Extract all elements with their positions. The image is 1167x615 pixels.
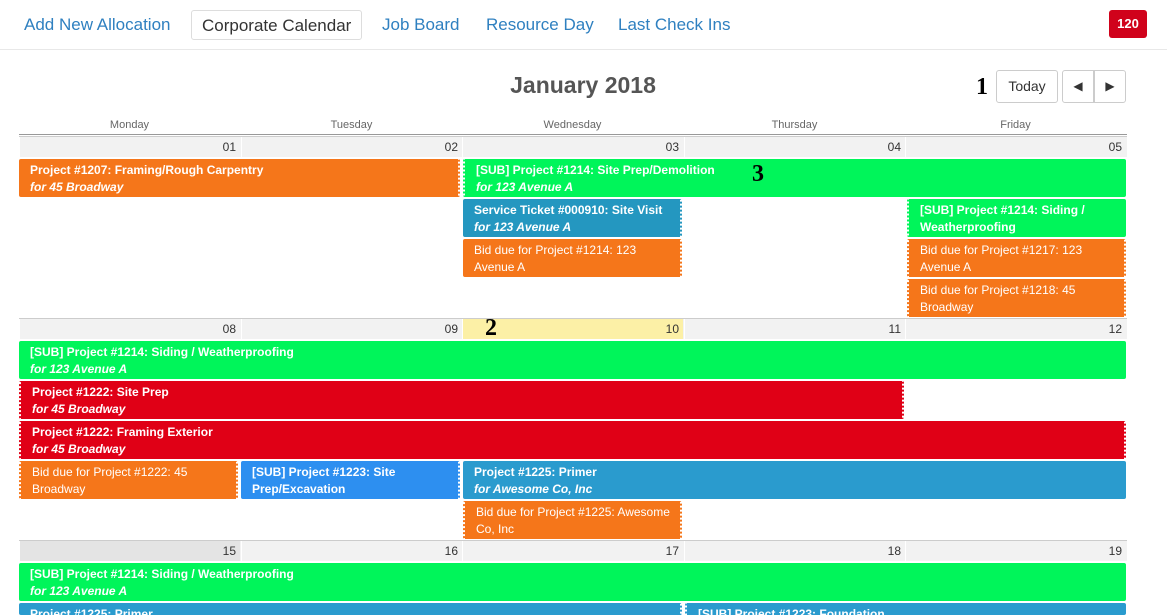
calendar-event[interactable]: Service Ticket #000910: Site Visit for 1… (463, 199, 682, 237)
calendar-event[interactable]: Project #1222: Framing Exterior for 45 B… (19, 421, 1126, 459)
date-cell[interactable]: 09 (241, 319, 462, 339)
chevron-left-icon: ◀ (1073, 79, 1083, 93)
nav-last-check-ins[interactable]: Last Check Ins (608, 10, 740, 40)
calendar-event[interactable]: [SUB] Project #1223: Foundation (685, 603, 1126, 615)
date-cell[interactable]: 19 (905, 541, 1126, 561)
event-title: Project #1222: Framing Exterior (32, 425, 213, 439)
event-subtitle: for 45 Broadway (32, 402, 126, 416)
calendar-event[interactable]: [SUB] Project #1214: Siding / Weatherpro… (19, 341, 1126, 379)
month-title: January 2018 (510, 72, 656, 98)
event-subtitle: for 45 Broadway (30, 180, 124, 194)
next-button[interactable]: ▶ (1094, 70, 1126, 103)
event-title: Service Ticket #000910: Site Visit (474, 203, 663, 217)
event-title: Project #1222: Site Prep (32, 385, 169, 399)
nav-resource-day[interactable]: Resource Day (476, 10, 604, 40)
event-subtitle: for 123 Avenue A (474, 220, 572, 234)
date-cell[interactable]: 04 (684, 137, 905, 157)
event-title: Bid due for Project #1222: 45 Broadway (32, 465, 188, 496)
event-title: [SUB] Project #1214: Siding / Weatherpro… (30, 567, 294, 581)
date-bar: 01 02 03 04 05 (19, 137, 1127, 157)
dow-label: Friday (1000, 119, 1031, 131)
date-cell[interactable]: 01 (19, 137, 240, 157)
calendar-event[interactable]: Project #1225: Primer for Awesome Co, In… (463, 461, 1126, 499)
prev-button[interactable]: ◀ (1062, 70, 1094, 103)
week-row: 08 09 10 11 12 2 [SUB] Project #1214: Si… (19, 315, 1127, 540)
date-bar: 15 16 17 18 19 (19, 541, 1127, 561)
annotation-marker-2: 2 (485, 315, 497, 341)
event-title: [SUB] Project #1214: Siding / Weatherpro… (920, 203, 1085, 234)
notification-badge[interactable]: 120 (1109, 10, 1147, 38)
date-cell[interactable]: 11 (684, 319, 905, 339)
day-of-week-header: Monday Tuesday Wednesday Thursday Friday (19, 116, 1127, 135)
event-title: [SUB] Project #1223: Site Prep/Excavatio… (252, 465, 396, 496)
event-title: Bid due for Project #1217: 123 Avenue A (920, 243, 1083, 274)
event-subtitle: for 123 Avenue A (30, 584, 128, 598)
week-row: 15 16 17 18 19 [SUB] Project #1214: Sidi… (19, 540, 1127, 615)
event-title: [SUB] Project #1214: Siding / Weatherpro… (30, 345, 294, 359)
calendar-event[interactable]: Bid due for Project #1214: 123 Avenue A (463, 239, 682, 277)
event-subtitle: for 123 Avenue A (30, 362, 128, 376)
event-subtitle: for 123 Avenue A (476, 180, 574, 194)
event-subtitle: for 45 Broadway (32, 442, 126, 456)
calendar-event[interactable]: Project #1207: Framing/Rough Carpentry f… (19, 159, 460, 197)
event-title: Bid due for Project #1225: Awesome Co, I… (476, 505, 670, 536)
calendar-event[interactable]: [SUB] Project #1214: Siding / Weatherpro… (907, 199, 1126, 237)
date-cell[interactable]: 18 (684, 541, 905, 561)
date-bar: 08 09 10 11 12 (19, 319, 1127, 339)
annotation-marker-3: 3 (752, 161, 764, 187)
today-button[interactable]: Today (996, 70, 1058, 103)
event-title: Bid due for Project #1218: 45 Broadway (920, 283, 1076, 314)
date-cell[interactable]: 16 (241, 541, 462, 561)
date-cell[interactable]: 05 (905, 137, 1126, 157)
calendar-event[interactable]: Project #1222: Site Prep for 45 Broadway (19, 381, 904, 419)
dow-label: Tuesday (330, 119, 373, 131)
calendar-event[interactable]: Bid due for Project #1225: Awesome Co, I… (463, 501, 682, 539)
date-cell[interactable]: 08 (19, 319, 240, 339)
calendar-event[interactable]: Bid due for Project #1222: 45 Broadway (19, 461, 238, 499)
dow-label: Wednesday (543, 119, 602, 131)
date-cell[interactable]: 17 (462, 541, 683, 561)
date-cell[interactable]: 02 (241, 137, 462, 157)
nav-job-board[interactable]: Job Board (372, 10, 470, 40)
date-cell[interactable]: 15 (19, 541, 240, 561)
event-title: Project #1225: Primer (474, 465, 597, 479)
nav-add-new-allocation[interactable]: Add New Allocation (14, 10, 180, 40)
nav-corporate-calendar[interactable]: Corporate Calendar (191, 10, 363, 40)
annotation-marker-1: 1 (976, 74, 988, 100)
event-title: Project #1207: Framing/Rough Carpentry (30, 163, 264, 177)
event-subtitle: for Awesome Co, Inc (474, 482, 593, 496)
event-title: Bid due for Project #1214: 123 Avenue A (474, 243, 637, 274)
event-title: [SUB] Project #1214: Site Prep/Demolitio… (476, 163, 715, 177)
calendar-event[interactable]: Project #1225: Primer (19, 603, 682, 615)
calendar-event[interactable]: Bid due for Project #1218: 45 Broadway (907, 279, 1126, 317)
dow-label: Monday (109, 119, 150, 131)
chevron-right-icon: ▶ (1105, 79, 1115, 93)
week-row: 01 02 03 04 05 Project #1207: Framing/Ro… (19, 136, 1127, 318)
date-cell[interactable]: 12 (905, 319, 1126, 339)
date-cell[interactable]: 03 (462, 137, 683, 157)
calendar-event[interactable]: [SUB] Project #1214: Site Prep/Demolitio… (463, 159, 1126, 197)
calendar-event[interactable]: [SUB] Project #1214: Siding / Weatherpro… (19, 563, 1126, 601)
top-nav: Add New Allocation Corporate Calendar Jo… (0, 0, 1167, 50)
calendar-event[interactable]: Bid due for Project #1217: 123 Avenue A (907, 239, 1126, 277)
calendar-event[interactable]: [SUB] Project #1223: Site Prep/Excavatio… (241, 461, 460, 499)
dow-label: Thursday (771, 119, 818, 131)
